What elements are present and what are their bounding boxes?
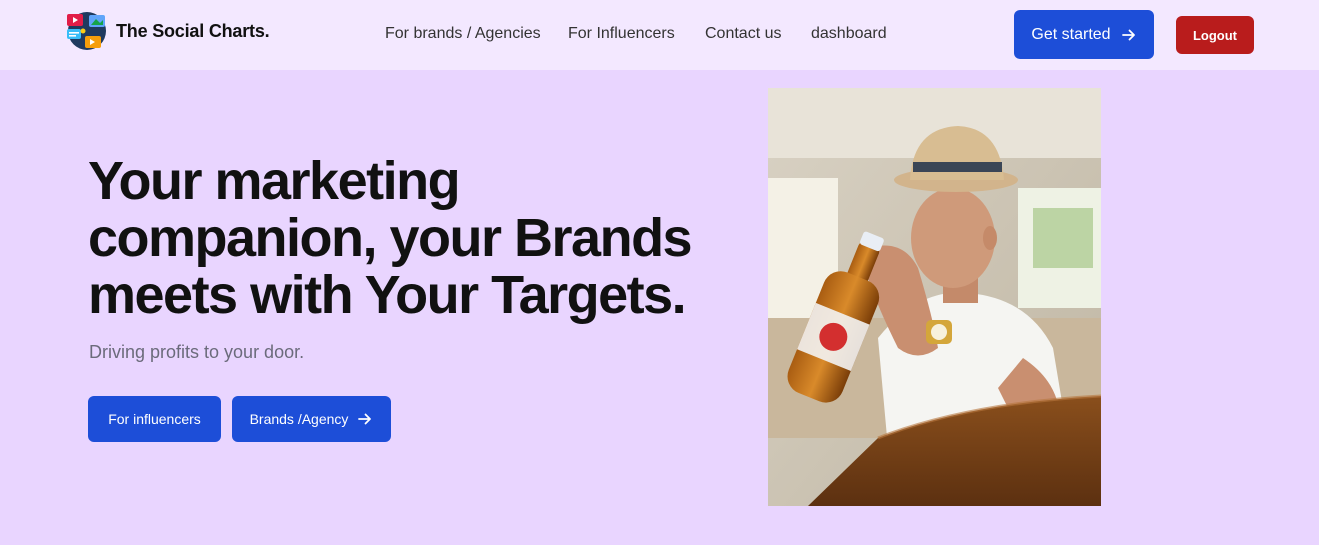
nav-link-influencers[interactable]: For Influencers — [568, 24, 675, 44]
nav-link-brands-agencies[interactable]: For brands / Agencies — [385, 24, 541, 44]
for-influencers-button[interactable]: For influencers — [88, 396, 221, 442]
brand-name: The Social Charts. — [116, 20, 270, 41]
logout-button[interactable]: Logout — [1176, 16, 1254, 54]
nav-link-contact[interactable]: Contact us — [705, 24, 781, 44]
hero-subtitle: Driving profits to your door. — [89, 342, 305, 362]
brands-agency-label: Brands /Agency — [249, 411, 349, 427]
brand-logo-link[interactable]: The Social Charts. — [65, 11, 270, 51]
brand-logo-icon — [67, 12, 106, 50]
top-navbar: The Social Charts. For brands / Agencies… — [0, 0, 1319, 70]
get-started-label: Get started — [1031, 25, 1111, 43]
arrow-right-icon — [1121, 29, 1135, 40]
arrow-right-icon — [358, 413, 372, 425]
hero-title-line: companion, your Brands — [88, 208, 693, 268]
brands-agency-button[interactable]: Brands /Agency — [232, 396, 391, 442]
hero-title-line: Your marketing — [88, 151, 461, 211]
nav-link-dashboard[interactable]: dashboard — [811, 24, 887, 44]
hero-title-line: meets with Your Targets. — [88, 265, 687, 325]
hero-photo — [768, 88, 1101, 506]
hero-title: Your marketing companion, your Brands me… — [88, 153, 728, 324]
get-started-button[interactable]: Get started — [1014, 10, 1154, 59]
